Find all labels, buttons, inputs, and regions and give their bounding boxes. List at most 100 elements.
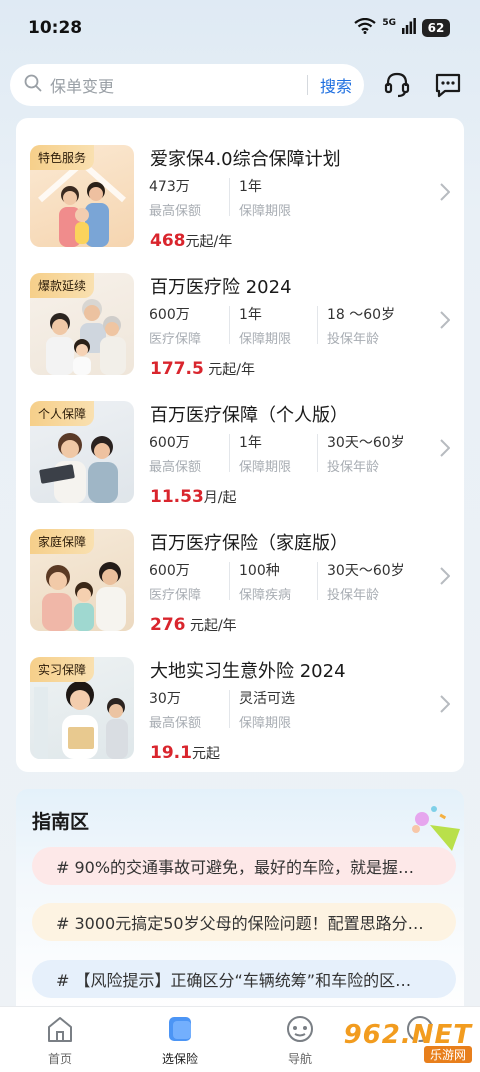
spec-value: 600万 [149, 435, 190, 451]
product-spec: 473万 最高保额 [149, 176, 201, 219]
status-indicators: 5G 62 [354, 17, 450, 38]
product-price: 276 元起/年 [150, 615, 237, 635]
spec-divider [229, 306, 230, 344]
product-spec: 1年 保障期限 [239, 304, 291, 347]
product-tag: 家庭保障 [30, 529, 95, 554]
product-title: 大地实习生意外险 2024 [150, 661, 346, 682]
price-unit: 元起/年 [185, 234, 233, 250]
spec-divider [317, 434, 318, 472]
nav-label: 选保险 [161, 1052, 198, 1066]
chevron-right-icon [440, 311, 451, 333]
nav-label: 导航 [287, 1052, 312, 1066]
guide-title: 指南区 [32, 811, 90, 833]
guide-item[interactable]: # 90%的交通事故可避免，最好的车险，就是握… [32, 847, 456, 885]
nav-home[interactable]: 首页 [0, 1007, 120, 1072]
price-value: 19.1 [150, 743, 192, 763]
search-divider [306, 75, 308, 95]
spec-label: 保障期限 [239, 716, 292, 731]
spec-value: 30天～60岁 [327, 563, 405, 579]
product-image: 实习保障 [30, 657, 134, 759]
spec-divider [229, 562, 230, 600]
product-spec: 600万 医疗保障 [149, 560, 201, 603]
product-spec: 30天～60岁 投保年龄 [327, 560, 405, 603]
spec-value: 100种 [239, 563, 280, 579]
product-item[interactable]: 家庭保障 百万医疗保险（家庭版） 600万 医疗保障 100种 保障疾病 30天… [16, 529, 464, 657]
spec-label: 投保年龄 [327, 332, 380, 347]
guide-section: 指南区 # 90%的交通事故可避免，最好的车险，就是握… # 3000元搞定50… [16, 789, 464, 1019]
watermark-logo: 962.NET 乐游网 [340, 1020, 472, 1068]
guide-item-text: # 90%的交通事故可避免，最好的车险，就是握… [56, 858, 415, 877]
price-value: 276 [150, 615, 186, 635]
product-image: 爆款延续 [30, 273, 134, 375]
guide-item-text: # 【风险提示】正确区分“车辆统筹”和车险的区… [56, 971, 412, 990]
product-image: 家庭保障 [30, 529, 134, 631]
spec-label: 保障期限 [239, 460, 292, 475]
product-price: 468元起/年 [150, 231, 232, 251]
product-title: 百万医疗保障（个人版） [150, 405, 348, 426]
search-button[interactable]: 搜索 [320, 73, 352, 97]
spec-divider [229, 434, 230, 472]
spec-value: 1年 [239, 179, 262, 195]
product-title: 爱家保4.0综合保障计划 [150, 149, 341, 170]
product-price: 11.53月/起 [150, 487, 237, 507]
chevron-right-icon [440, 439, 451, 461]
spec-value: 600万 [149, 307, 190, 323]
search-icon [24, 74, 42, 96]
customer-service-icon[interactable] [380, 68, 414, 102]
search-input[interactable]: 保单变更 搜索 [10, 64, 364, 106]
spec-value: 1年 [239, 307, 262, 323]
product-image: 个人保障 [30, 401, 134, 503]
product-tag: 个人保障 [30, 401, 95, 426]
spec-label: 最高保额 [149, 460, 202, 475]
insurance-icon [165, 1015, 195, 1047]
spec-divider [317, 306, 318, 344]
product-spec: 30万 最高保额 [149, 688, 201, 731]
product-item[interactable]: 爆款延续 百万医疗险 2024 600万 医疗保障 1年 保障期限 18 ～60… [16, 273, 464, 401]
spec-label: 医疗保障 [149, 332, 202, 347]
watermark-sub: 乐游网 [423, 1046, 472, 1063]
guide-item[interactable]: # 【风险提示】正确区分“车辆统筹”和车险的区… [32, 960, 456, 998]
search-placeholder: 保单变更 [50, 77, 115, 96]
product-title: 百万医疗险 2024 [150, 277, 292, 298]
product-list: 特色服务 爱家保4.0综合保障计划 473万 最高保额 1年 保障期限 468元… [16, 118, 464, 772]
spec-value: 30万 [149, 691, 181, 707]
spec-label: 投保年龄 [327, 460, 380, 475]
status-bar: 10:28 5G 62 [0, 0, 480, 56]
spec-label: 最高保额 [149, 716, 202, 731]
price-value: 177.5 [150, 359, 204, 379]
nav-label: 首页 [47, 1052, 72, 1066]
navigation-icon [285, 1015, 315, 1047]
spec-divider [229, 690, 230, 728]
spec-label: 最高保额 [149, 204, 202, 219]
product-item[interactable]: 实习保障 大地实习生意外险 2024 30万 最高保额 灵活可选 保障期限 19… [16, 657, 464, 785]
product-spec: 18 ～60岁 投保年龄 [327, 304, 395, 347]
product-item[interactable]: 个人保障 百万医疗保障（个人版） 600万 最高保额 1年 保障期限 30天～6… [16, 401, 464, 529]
product-spec: 30天～60岁 投保年龄 [327, 432, 405, 475]
guide-item-text: # 3000元搞定50岁父母的保险问题！配置思路分… [56, 914, 424, 933]
guide-item[interactable]: # 3000元搞定50岁父母的保险问题！配置思路分… [32, 903, 456, 941]
nav-insurance[interactable]: 选保险 [120, 1007, 240, 1072]
spec-label: 保障疾病 [239, 588, 292, 603]
product-spec: 100种 保障疾病 [239, 560, 291, 603]
chevron-right-icon [440, 695, 451, 717]
message-icon[interactable] [431, 68, 465, 102]
product-tag: 爆款延续 [30, 273, 95, 298]
battery-indicator: 62 [422, 19, 450, 37]
spec-value: 18 ～60岁 [327, 307, 396, 323]
product-item[interactable]: 特色服务 爱家保4.0综合保障计划 473万 最高保额 1年 保障期限 468元… [16, 145, 464, 273]
product-tag: 实习保障 [30, 657, 95, 682]
signal-icon [402, 18, 416, 38]
spec-label: 医疗保障 [149, 588, 202, 603]
price-unit: 月/起 [203, 490, 237, 506]
spec-label: 保障期限 [239, 204, 292, 219]
product-spec: 600万 医疗保障 [149, 304, 201, 347]
price-unit: 元起 [191, 746, 220, 762]
spec-label: 保障期限 [239, 332, 292, 347]
product-title: 百万医疗保险（家庭版） [150, 533, 348, 554]
price-value: 468 [150, 231, 186, 251]
product-price: 19.1元起 [150, 743, 220, 763]
spec-value: 1年 [239, 435, 262, 451]
price-unit: 元起/年 [203, 362, 255, 378]
spec-divider [317, 562, 318, 600]
spec-value: 600万 [149, 563, 190, 579]
